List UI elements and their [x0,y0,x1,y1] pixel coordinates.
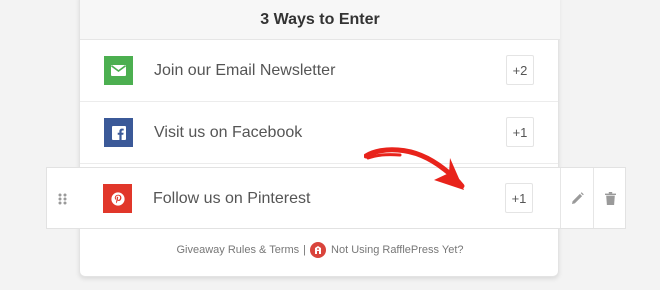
delete-button[interactable] [593,168,626,228]
entry-label: Follow us on Pinterest [153,190,311,207]
giveaway-card: 3 Ways to Enter Join our Email Newslette… [79,0,560,277]
row-tools [560,168,626,228]
entry-row-facebook[interactable]: Visit us on Facebook +1 [80,102,558,164]
envelope-icon [104,56,133,85]
drag-handle-icon[interactable] [57,192,69,206]
card-footer: Giveaway Rules & Terms | Not Using Raffl… [80,233,560,267]
giveaway-rules-link[interactable]: Giveaway Rules & Terms [176,244,299,256]
entry-row-email[interactable]: Join our Email Newsletter +2 [80,40,558,102]
entry-points-badge: +1 [505,183,533,213]
entry-label: Join our Email Newsletter [154,62,336,79]
rafflepress-logo-icon [310,242,327,258]
pencil-icon [571,191,584,204]
entry-points-badge: +2 [506,55,534,85]
entry-label: Visit us on Facebook [154,124,303,141]
facebook-icon [104,118,133,147]
entry-points-badge: +1 [506,117,534,147]
edit-button[interactable] [560,168,593,228]
entry-row-pinterest[interactable]: Follow us on Pinterest +1 [46,167,626,229]
pinterest-icon [103,184,132,213]
trash-icon [604,191,616,205]
page: 3 Ways to Enter Join our Email Newslette… [0,0,660,290]
footer-separator: | [303,244,307,256]
rafflepress-promo-link[interactable]: Not Using RafflePress Yet? [331,244,463,256]
card-title: 3 Ways to Enter [80,0,560,40]
